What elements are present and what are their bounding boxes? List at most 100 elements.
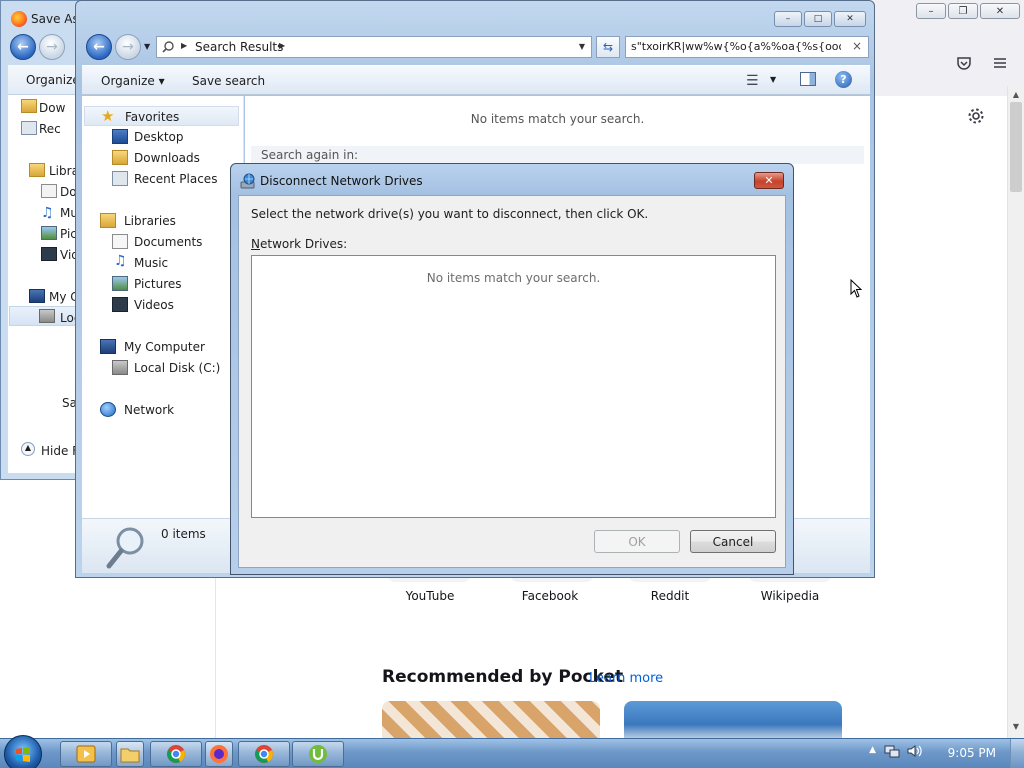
minimize-button[interactable]: – [916, 3, 946, 19]
hide-folders-button[interactable]: Hide F [41, 444, 79, 458]
start-button[interactable] [4, 735, 42, 768]
search-icon [162, 41, 174, 53]
network-tray-icon[interactable] [884, 743, 900, 759]
save-search-button[interactable]: Save search [192, 74, 265, 88]
help-icon[interactable]: ? [835, 71, 852, 88]
close-button[interactable]: ✕ [980, 3, 1020, 19]
maximize-button[interactable]: ❐ [948, 3, 978, 19]
tile-label-wikipedia[interactable]: Wikipedia [730, 589, 850, 603]
taskbar-chrome-1[interactable] [150, 741, 202, 767]
organize-label: Organize [101, 74, 155, 88]
search-input[interactable]: s"txoirKR|ww%w{%o{a%%oa{%s{oooa< × [625, 36, 869, 58]
tree-item-pictures[interactable]: Pictures [82, 274, 244, 294]
network-drives-label-text: etwork Drives: [259, 237, 348, 251]
utorrent-icon [309, 745, 327, 763]
chevron-up-icon[interactable]: ▲ [21, 442, 35, 456]
menu-icon[interactable] [992, 55, 1008, 75]
maximize-button[interactable]: □ [804, 11, 832, 27]
back-arrow-icon[interactable]: ← [86, 34, 112, 60]
libraries-icon [29, 163, 45, 177]
window-controls: – □ ✕ [774, 11, 866, 27]
pocket-learn-more-link[interactable]: Learn more [589, 671, 663, 686]
show-desktop-button[interactable] [1010, 739, 1024, 768]
show-hidden-icons-chevron-icon[interactable]: ▲ [869, 745, 876, 755]
firefox-logo-icon [11, 11, 27, 27]
ok-button[interactable]: OK [594, 530, 680, 553]
save-as-dialog: Save As ← → Organize Dow Rec Libra Doc ♫… [0, 0, 84, 480]
minimize-button[interactable]: – [774, 11, 802, 27]
downloads-folder-icon [112, 150, 128, 165]
pocket-icon[interactable] [956, 55, 972, 75]
organize-button[interactable]: Organize [26, 73, 80, 87]
taskbar-firefox[interactable] [205, 741, 233, 767]
settings-gear-icon[interactable] [967, 107, 985, 129]
navigation-pane: ★ Favorites Desktop Downloads Recent Pla… [82, 96, 244, 518]
local-disk-icon [39, 309, 55, 323]
dialog-body: Select the network drive(s) you want to … [238, 195, 786, 568]
tree-item-documents[interactable]: Documents [82, 232, 244, 252]
tree-item-recent-places[interactable]: Recent Places [82, 169, 244, 189]
tree-item-downloads[interactable]: Downloads [82, 148, 244, 168]
address-bar[interactable]: ▶ Search Results ▶ ▼ [156, 36, 592, 58]
tile-label-reddit[interactable]: Reddit [610, 589, 730, 603]
tree-item-label[interactable]: Dow [39, 101, 65, 115]
forward-arrow-icon[interactable]: → [115, 34, 141, 60]
network-drives-list[interactable]: No items match your search. [251, 255, 776, 518]
tree-item-favorites[interactable]: ★ Favorites [84, 106, 239, 126]
scroll-thumb[interactable] [1010, 102, 1022, 192]
tree-item-videos[interactable]: Videos [82, 295, 244, 315]
media-player-icon [76, 745, 96, 763]
page-scrollbar[interactable]: ▲ ▼ [1007, 86, 1024, 740]
computer-icon [100, 339, 116, 354]
windows-logo-icon [16, 747, 30, 762]
tree-item-label: Pictures [134, 277, 182, 291]
tree-item-label[interactable]: Rec [39, 122, 61, 136]
tile-label-facebook[interactable]: Facebook [490, 589, 610, 603]
cancel-button[interactable]: Cancel [690, 530, 776, 553]
pocket-story-image[interactable] [382, 701, 600, 740]
network-drives-label: Network Drives: [251, 237, 347, 251]
tree-item-my-computer[interactable]: My Computer [82, 337, 244, 357]
view-dropdown-icon[interactable]: ▼ [770, 75, 776, 84]
search-query-text[interactable]: s"txoirKR|ww%w{%o{a%%oa{%s{oooa< [631, 40, 841, 53]
view-options-icon[interactable]: ☰ [746, 73, 759, 89]
volume-icon[interactable] [906, 743, 922, 759]
refresh-icon[interactable]: ⇆ [596, 36, 620, 58]
documents-icon [112, 234, 128, 249]
network-icon [100, 402, 116, 417]
network-drives-label-accesskey: N [251, 237, 260, 251]
tree-item-network[interactable]: Network [82, 400, 244, 420]
tree-item-music[interactable]: ♫ Music [82, 253, 244, 273]
clear-search-icon[interactable]: × [852, 39, 862, 53]
taskbar-chrome-2[interactable] [238, 741, 290, 767]
instruction-text: Select the network drive(s) you want to … [251, 207, 649, 221]
item-count: 0 items [161, 527, 206, 541]
back-arrow-icon[interactable]: ← [10, 34, 36, 60]
recent-places-icon [112, 171, 128, 186]
taskbar-explorer[interactable] [116, 741, 144, 767]
taskbar-utorrent[interactable] [292, 741, 344, 767]
tree-item-label: Favorites [125, 110, 180, 124]
taskbar-media-player[interactable] [60, 741, 112, 767]
close-button[interactable]: ✕ [834, 11, 866, 27]
scroll-up-arrow-icon[interactable]: ▲ [1008, 86, 1024, 102]
preview-pane-icon[interactable] [800, 72, 816, 86]
scroll-down-arrow-icon[interactable]: ▼ [1008, 718, 1024, 734]
tile-label-youtube[interactable]: YouTube [370, 589, 490, 603]
chrome-icon [167, 745, 185, 763]
address-dropdown-icon[interactable]: ▼ [579, 42, 585, 51]
breadcrumb-separator-icon[interactable]: ▶ [279, 41, 285, 50]
close-button[interactable]: ✕ [754, 172, 784, 189]
tree-item-desktop[interactable]: Desktop [82, 127, 244, 147]
forward-arrow-icon[interactable]: → [39, 34, 65, 60]
clock[interactable]: 9:05 PM [948, 746, 996, 760]
recent-pages-chevron-icon[interactable]: ▼ [144, 42, 150, 51]
pocket-section-title: Recommended by Pocket [382, 667, 624, 687]
empty-message: No items match your search. [426, 271, 601, 285]
breadcrumb-separator-icon[interactable]: ▶ [181, 41, 187, 50]
tree-item-local-disk[interactable]: Local Disk (C:) [82, 358, 244, 378]
pocket-story-image[interactable] [624, 701, 842, 740]
tree-item-libraries[interactable]: Libraries [82, 211, 244, 231]
breadcrumb[interactable]: Search Results [195, 40, 283, 54]
organize-button[interactable]: Organize ▾ [101, 74, 165, 88]
